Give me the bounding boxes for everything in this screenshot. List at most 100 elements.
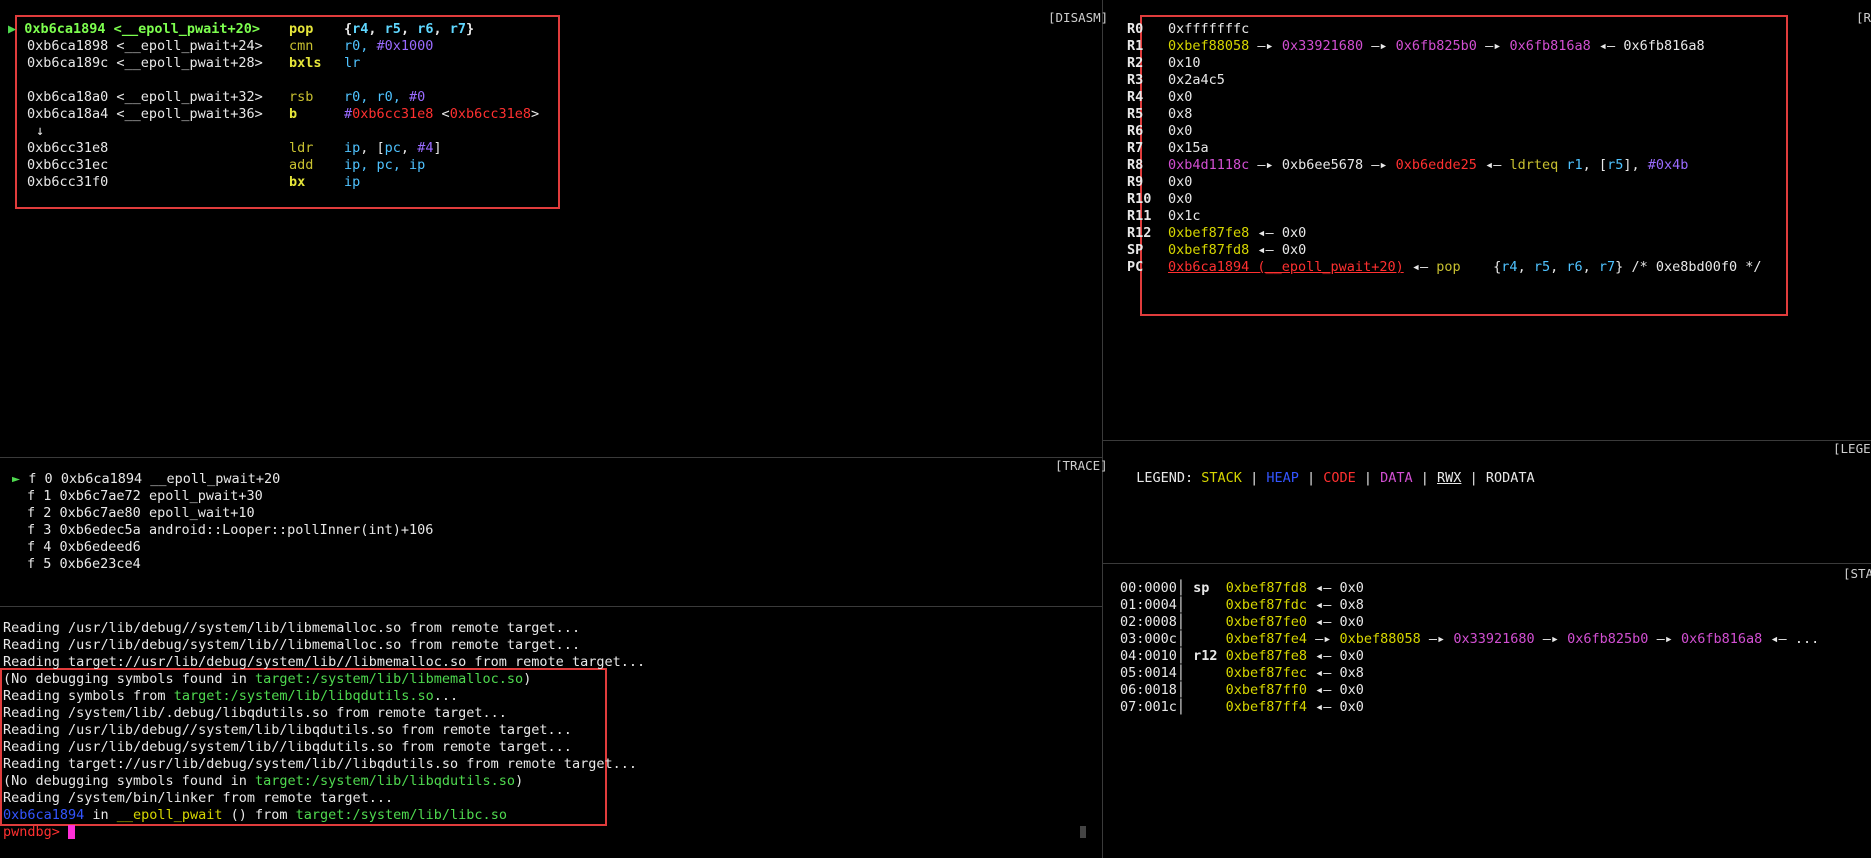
stack-row[interactable]: 04:0010│ r12 0xbef87fe8 ◂— 0x0 [1120,648,1364,665]
reg-name: R3 [1127,72,1144,88]
reg-value[interactable]: 0x0 [1168,89,1192,106]
legend-data: DATA [1380,470,1413,486]
legend: LEGEND: STACK | HEAP | CODE | DATA | RWX… [1136,470,1535,486]
legend-header: [LEGEN [1833,441,1871,456]
console-line: Reading /usr/lib/debug//system/lib/libme… [3,620,581,636]
disasm-ops: lr [344,55,361,71]
legend-stack-divider [1103,563,1871,564]
reg-value[interactable]: 0xbef87fd8 ◂— 0x0 [1168,242,1306,259]
reg-value[interactable]: 0x0 [1168,174,1192,191]
disasm-addr: 0xb6ca1894 <__epoll_pwait+20> [24,21,260,37]
stack-header: [STA [1843,566,1871,581]
reg-name: R5 [1127,106,1144,122]
stack-row[interactable]: 01:0004│ 0xbef87fdc ◂— 0x8 [1120,597,1364,614]
trace-frame[interactable]: f 4 0xb6edeed6 [27,539,141,556]
console-line: 0xb6ca1894 in __epoll_pwait () from targ… [3,807,507,823]
disasm-row-current[interactable]: ▶ 0xb6ca1894 <__epoll_pwait+20> [8,21,260,38]
reg-value[interactable]: 0x8 [1168,106,1192,123]
console-line: Reading /system/lib/.debug/libqdutils.so… [3,705,507,721]
console-line: Reading /usr/lib/debug/system/lib//libqd… [3,739,572,755]
branch-target[interactable]: #0xb6cc31e8 <0xb6cc31e8> [344,106,539,123]
disasm-addr[interactable]: 0xb6ca18a0 <__epoll_pwait+32> [27,89,263,106]
trace-frame[interactable]: f 5 0xb6e23ce4 [27,556,141,573]
disasm-addr[interactable]: 0xb6ca189c <__epoll_pwait+28> [27,55,263,72]
disasm-mnem: b [289,106,298,122]
console-line: Reading /usr/lib/debug/system/lib//libme… [3,637,581,653]
trace-console-divider [0,606,1102,607]
reg-value[interactable]: 0xb4d1118c —▸ 0xb6ee5678 —▸ 0xb6edde25 ◂… [1168,157,1688,174]
command-prompt[interactable]: pwndbg> [3,824,76,841]
reg-name: PC [1127,259,1144,275]
stack-row[interactable]: 06:0018│ 0xbef87ff0 ◂— 0x0 [1120,682,1364,699]
trace-header: [TRACE] [1055,458,1108,473]
console-line: Reading /usr/lib/debug//system/lib/libqd… [3,722,572,738]
reg-value[interactable]: 0xbef87fe8 ◂— 0x0 [1168,225,1306,242]
reg-name: R8 [1127,157,1144,173]
trace-frame[interactable]: f 1 0xb6c7ae72 epoll_pwait+30 [27,488,263,505]
reg-value[interactable]: 0xfffffffc [1168,21,1249,38]
console-scrollbar[interactable] [1080,826,1086,838]
disasm-header: [DISASM] [1048,10,1109,25]
disasm-addr[interactable]: 0xb6ca18a4 <__epoll_pwait+36> [27,106,263,123]
console-line: Reading /system/bin/linker from remote t… [3,790,394,806]
stack-row[interactable]: 05:0014│ 0xbef87fec ◂— 0x8 [1120,665,1364,682]
reg-value[interactable]: 0x10 [1168,55,1201,72]
disasm-ops: ip, [pc, #4] [344,140,442,156]
prompt-label: pwndbg> [3,824,69,840]
console-line: (No debugging symbols found in target:/s… [3,671,532,687]
reg-value[interactable]: 0x0 [1168,191,1192,208]
branch-arrow-icon: ↓ [36,123,45,139]
reg-name: R2 [1127,55,1144,71]
disasm-ops: {r4, r5, r6, r7} [344,21,475,37]
disasm-ops: r0, r0, #0 [344,89,426,105]
disasm-mnem: pop [289,21,314,37]
disasm-mnem: ldr [289,140,314,156]
console-line: Reading target://usr/lib/debug/system/li… [3,654,646,670]
vertical-divider [1102,0,1103,858]
legend-rodata: RODATA [1485,470,1535,486]
disasm-mnem: bx [289,174,306,190]
reg-value[interactable]: 0x0 [1168,123,1192,140]
stack-row[interactable]: 02:0008│ 0xbef87fe0 ◂— 0x0 [1120,614,1364,631]
reg-value[interactable]: 0xb6ca1894 (__epoll_pwait+20) ◂— pop {r4… [1168,259,1761,276]
disasm-trace-divider [0,457,1102,458]
regs-legend-divider [1103,440,1871,441]
disasm-addr[interactable]: 0xb6ca1898 <__epoll_pwait+24> [27,38,263,55]
disasm-mnem: add [289,157,314,173]
current-instruction-marker: ▶ [8,21,17,37]
reg-name: R1 [1127,38,1144,54]
disasm-addr[interactable]: 0xb6cc31f0 [27,174,108,191]
disasm-addr[interactable]: 0xb6cc31ec [27,157,108,174]
reg-name: R12 [1127,225,1152,241]
trace-frame[interactable]: ► f 0 0xb6ca1894 __epoll_pwait+20 [12,471,280,488]
trace-frame[interactable]: f 2 0xb6c7ae80 epoll_wait+10 [27,505,255,522]
disasm-addr[interactable]: 0xb6cc31e8 [27,140,108,157]
regs-header: [R [1856,10,1871,25]
console-line: Reading symbols from target:/system/lib/… [3,688,459,704]
reg-value[interactable]: 0x2a4c5 [1168,72,1225,89]
disasm-ops: ip [344,174,361,190]
text-cursor[interactable] [68,825,76,839]
disasm-mnem: bxls [289,55,322,71]
stack-row[interactable]: 03:000c│ 0xbef87fe4 —▸ 0xbef88058 —▸ 0x3… [1120,631,1819,648]
console-line: Reading target://usr/lib/debug/system/li… [3,756,637,772]
trace-frame[interactable]: f 3 0xb6edec5a android::Looper::pollInne… [27,522,433,539]
disasm-mnem: rsb [289,89,314,105]
reg-value[interactable]: 0xbef88058 —▸ 0x33921680 —▸ 0x6fb825b0 —… [1168,38,1705,55]
legend-rwx: RWX [1437,470,1462,486]
stack-row[interactable]: 07:001c│ 0xbef87ff4 ◂— 0x0 [1120,699,1364,716]
reg-name: R9 [1127,174,1144,190]
stack-row[interactable]: 00:0000│ sp 0xbef87fd8 ◂— 0x0 [1120,580,1364,597]
disasm-ops: r0, #0x1000 [344,38,434,54]
disasm-mnem: cmn [289,38,314,54]
reg-name: R4 [1127,89,1144,105]
reg-name: R7 [1127,140,1144,156]
disasm-ops: ip, pc, ip [344,157,426,173]
reg-name: R6 [1127,123,1144,139]
reg-name: R11 [1127,208,1152,224]
legend-code: CODE [1323,470,1356,486]
reg-name: R0 [1127,21,1144,37]
legend-heap: HEAP [1266,470,1299,486]
reg-value[interactable]: 0x1c [1168,208,1201,225]
reg-value[interactable]: 0x15a [1168,140,1209,157]
